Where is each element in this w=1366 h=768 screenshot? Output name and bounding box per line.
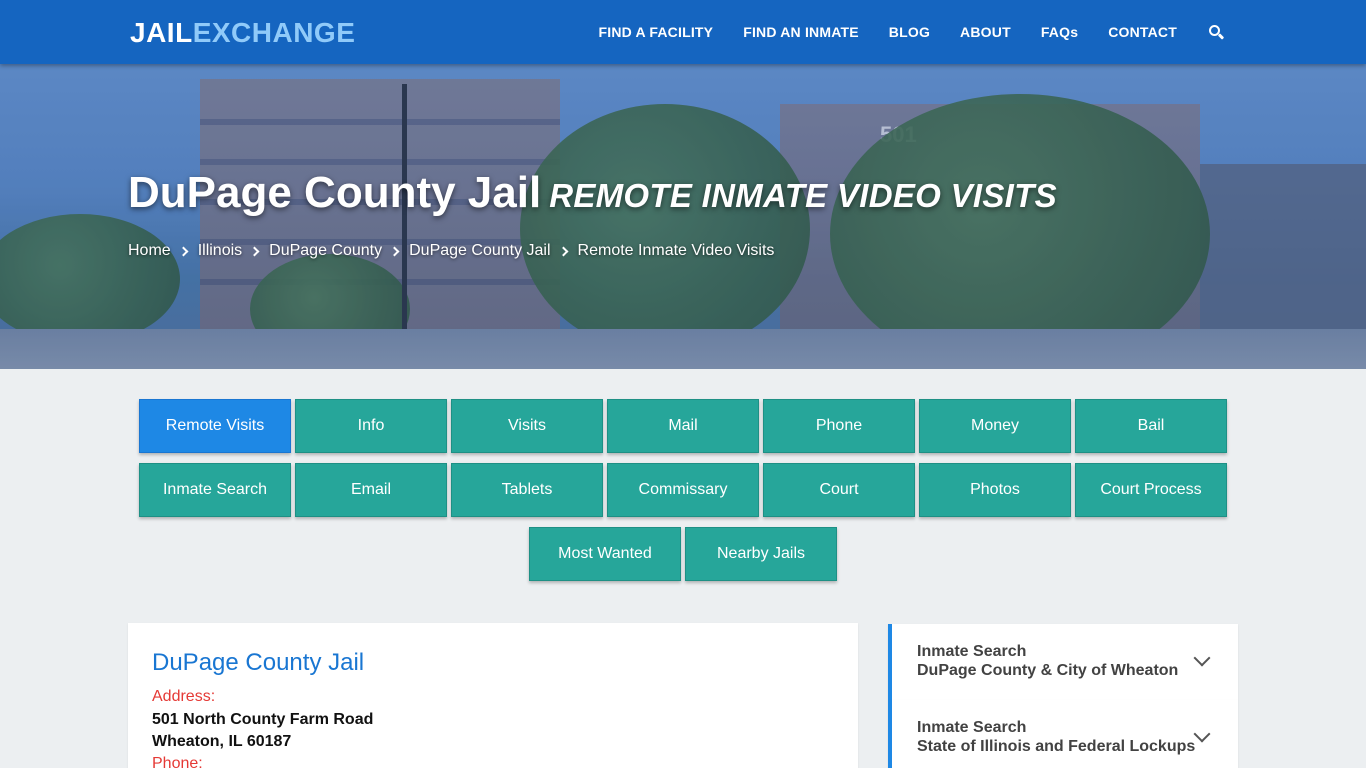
breadcrumb-county[interactable]: DuPage County: [269, 242, 382, 260]
btn-commissary[interactable]: Commissary: [607, 463, 759, 517]
btn-nearby-jails[interactable]: Nearby Jails: [685, 527, 837, 581]
chevron-down-icon[interactable]: [1193, 649, 1211, 667]
nav-blog[interactable]: BLOG: [889, 24, 930, 40]
btn-visits[interactable]: Visits: [451, 399, 603, 453]
breadcrumb-facility[interactable]: DuPage County Jail: [409, 242, 550, 260]
chevron-right-icon: [389, 246, 400, 256]
page-title-sub: REMOTE INMATE VIDEO VISITS: [549, 177, 1057, 214]
logo-exchange: EXCHANGE: [192, 17, 356, 48]
top-navbar: JAILEXCHANGE FIND A FACILITY FIND AN INM…: [0, 0, 1366, 64]
btn-tablets[interactable]: Tablets: [451, 463, 603, 517]
sidebar-item-title: Inmate Search: [917, 719, 1027, 736]
sidebar-item-subtitle: DuPage County & City of Wheaton: [917, 662, 1179, 679]
btn-court-process[interactable]: Court Process: [1075, 463, 1227, 517]
breadcrumb-state[interactable]: Illinois: [198, 242, 242, 260]
btn-email[interactable]: Email: [295, 463, 447, 517]
page-title: DuPage County Jail REMOTE INMATE VIDEO VI…: [128, 168, 1057, 218]
sidebar-item-title: Inmate Search: [917, 643, 1027, 660]
chevron-right-icon: [558, 246, 568, 256]
btn-inmate-search[interactable]: Inmate Search: [139, 463, 291, 517]
breadcrumb-home[interactable]: Home: [128, 242, 171, 260]
chevron-right-icon: [249, 246, 260, 256]
page-title-main: DuPage County Jail: [128, 168, 542, 217]
address-line1: 501 North County Farm Road: [152, 711, 374, 728]
breadcrumb: Home Illinois DuPage County DuPage Count…: [128, 242, 774, 260]
btn-phone[interactable]: Phone: [763, 399, 915, 453]
nav-about[interactable]: ABOUT: [960, 24, 1011, 40]
address-label: Address:: [152, 688, 216, 705]
btn-remote-visits[interactable]: Remote Visits: [139, 399, 291, 453]
logo-jail: JAIL: [130, 17, 193, 48]
address-line2: Wheaton, IL 60187: [152, 733, 292, 750]
chevron-down-icon[interactable]: [1193, 725, 1211, 743]
chevron-right-icon: [178, 246, 189, 256]
btn-photos[interactable]: Photos: [919, 463, 1071, 517]
btn-most-wanted[interactable]: Most Wanted: [529, 527, 681, 581]
phone-label: Phone:: [152, 755, 203, 768]
btn-bail[interactable]: Bail: [1075, 399, 1227, 453]
nav-find-facility[interactable]: FIND A FACILITY: [598, 24, 713, 40]
facility-title[interactable]: DuPage County Jail: [152, 649, 364, 677]
sidebar-inmate-search-county[interactable]: Inmate Search DuPage County & City of Wh…: [888, 624, 1238, 700]
btn-info[interactable]: Info: [295, 399, 447, 453]
btn-mail[interactable]: Mail: [607, 399, 759, 453]
hero-banner: 501 DuPage County JailREMOTE INMATE VIDE…: [0, 64, 1366, 369]
nav-find-inmate[interactable]: FIND AN INMATE: [743, 24, 859, 40]
btn-court[interactable]: Court: [763, 463, 915, 517]
sidebar-item-subtitle: State of Illinois and Federal Lockups: [917, 738, 1196, 755]
btn-money[interactable]: Money: [919, 399, 1071, 453]
nav-faqs[interactable]: FAQs: [1041, 24, 1078, 40]
sidebar-inmate-search-state[interactable]: Inmate Search State of Illinois and Fede…: [888, 700, 1238, 768]
breadcrumb-current: Remote Inmate Video Visits: [577, 242, 775, 259]
facility-card: DuPage County Jail Address: 501 North Co…: [128, 623, 858, 768]
site-logo[interactable]: JAILEXCHANGE: [130, 17, 355, 49]
nav-contact[interactable]: CONTACT: [1108, 24, 1177, 40]
main-nav: FIND A FACILITY FIND AN INMATE BLOG ABOU…: [568, 0, 1225, 64]
search-icon[interactable]: [1209, 25, 1225, 40]
